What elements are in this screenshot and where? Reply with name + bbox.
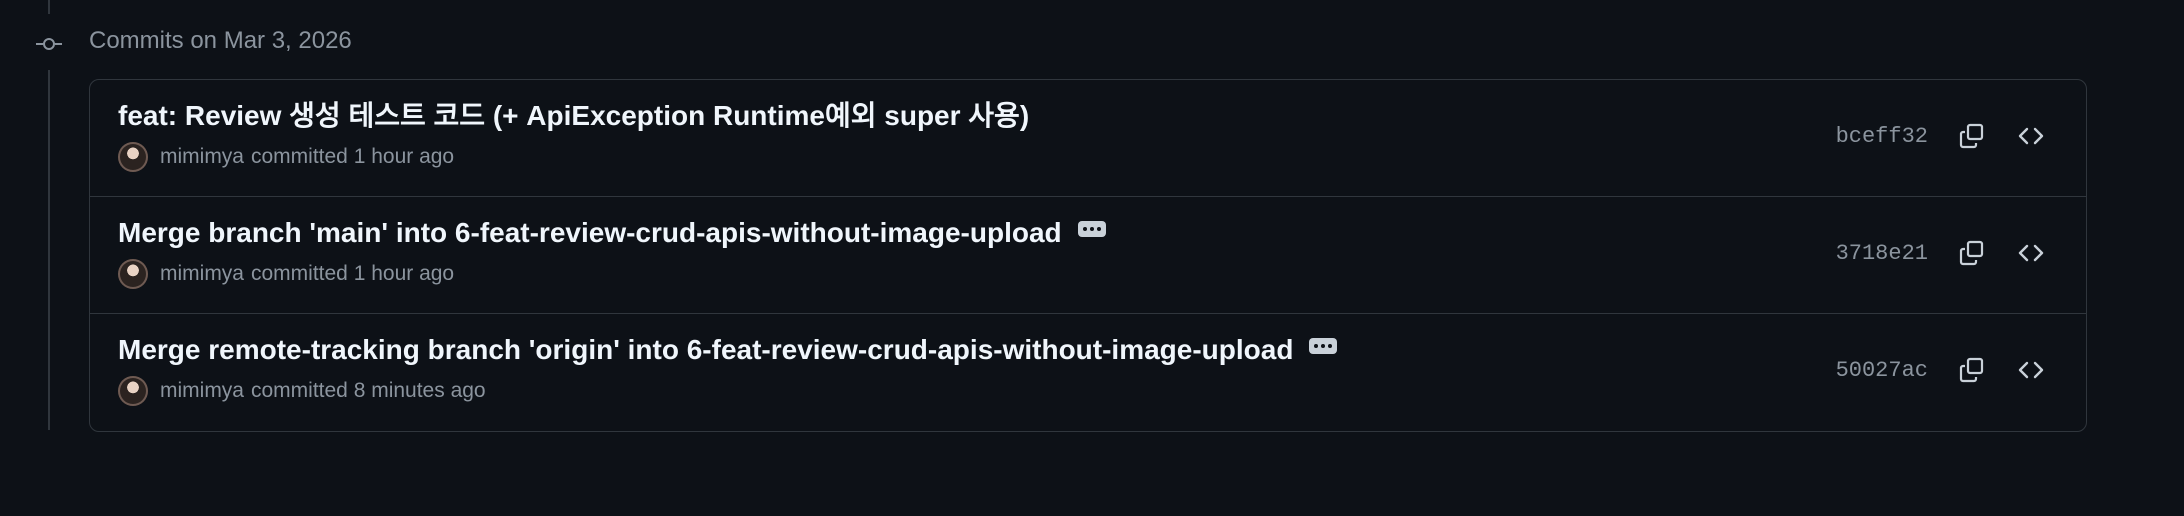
commit-title-line: Merge branch 'main' into 6-feat-review-c… bbox=[118, 213, 1106, 253]
commit-time: committed 1 hour ago bbox=[251, 145, 455, 168]
commit-time: committed 8 minutes ago bbox=[251, 379, 486, 402]
code-icon bbox=[2018, 244, 2044, 262]
commit-sha-link[interactable]: 50027ac bbox=[1836, 356, 1928, 386]
commit-row: Merge branch 'main' into 6-feat-review-c… bbox=[90, 197, 2086, 314]
commit-meta: mimimya committed 1 hour ago bbox=[118, 259, 454, 289]
commit-title-line: feat: Review 생성 테스트 코드 (+ ApiException R… bbox=[118, 96, 1029, 136]
commit-title-link[interactable]: feat: Review 생성 테스트 코드 (+ ApiException R… bbox=[118, 96, 1029, 136]
avatar[interactable] bbox=[118, 376, 148, 406]
commit-title-link[interactable]: Merge remote-tracking branch 'origin' in… bbox=[118, 330, 1293, 370]
commit-group-date: Commits on Mar 3, 2026 bbox=[89, 27, 352, 54]
author-link[interactable]: mimimya bbox=[160, 379, 244, 403]
copy-icon bbox=[1959, 123, 1984, 149]
ellipsis-icon[interactable] bbox=[1077, 221, 1106, 237]
commit-title-link[interactable]: Merge branch 'main' into 6-feat-review-c… bbox=[118, 213, 1062, 253]
browse-repo-button[interactable] bbox=[2015, 120, 2047, 152]
avatar[interactable] bbox=[118, 142, 148, 172]
commit-meta: mimimya committed 8 minutes ago bbox=[118, 376, 486, 406]
browse-repo-button[interactable] bbox=[2015, 237, 2047, 269]
avatar[interactable] bbox=[118, 259, 148, 289]
copy-sha-button[interactable] bbox=[1956, 354, 1988, 386]
commit-list: feat: Review 생성 테스트 코드 (+ ApiException R… bbox=[89, 79, 2087, 432]
copy-icon bbox=[1959, 240, 1984, 266]
commit-row: Merge remote-tracking branch 'origin' in… bbox=[90, 314, 2086, 431]
author-link[interactable]: mimimya bbox=[160, 145, 244, 169]
copy-sha-button[interactable] bbox=[1956, 237, 1988, 269]
browse-repo-button[interactable] bbox=[2015, 354, 2047, 386]
ellipsis-icon[interactable] bbox=[1309, 338, 1338, 354]
copy-icon bbox=[1959, 357, 1984, 383]
author-link[interactable]: mimimya bbox=[160, 262, 244, 286]
commit-meta: mimimya committed 1 hour ago bbox=[118, 142, 454, 172]
code-icon bbox=[2018, 361, 2044, 379]
code-icon bbox=[2018, 127, 2044, 145]
commit-title-line: Merge remote-tracking branch 'origin' in… bbox=[118, 330, 1338, 370]
commit-sha-link[interactable]: 3718e21 bbox=[1836, 239, 1928, 269]
commit-row: feat: Review 생성 테스트 코드 (+ ApiException R… bbox=[90, 80, 2086, 197]
timeline-line bbox=[48, 70, 50, 430]
commit-sha-link[interactable]: bceff32 bbox=[1836, 122, 1928, 152]
copy-sha-button[interactable] bbox=[1956, 120, 1988, 152]
timeline-line bbox=[48, 0, 50, 14]
commit-time: committed 1 hour ago bbox=[251, 262, 455, 285]
git-commit-icon bbox=[36, 38, 62, 50]
